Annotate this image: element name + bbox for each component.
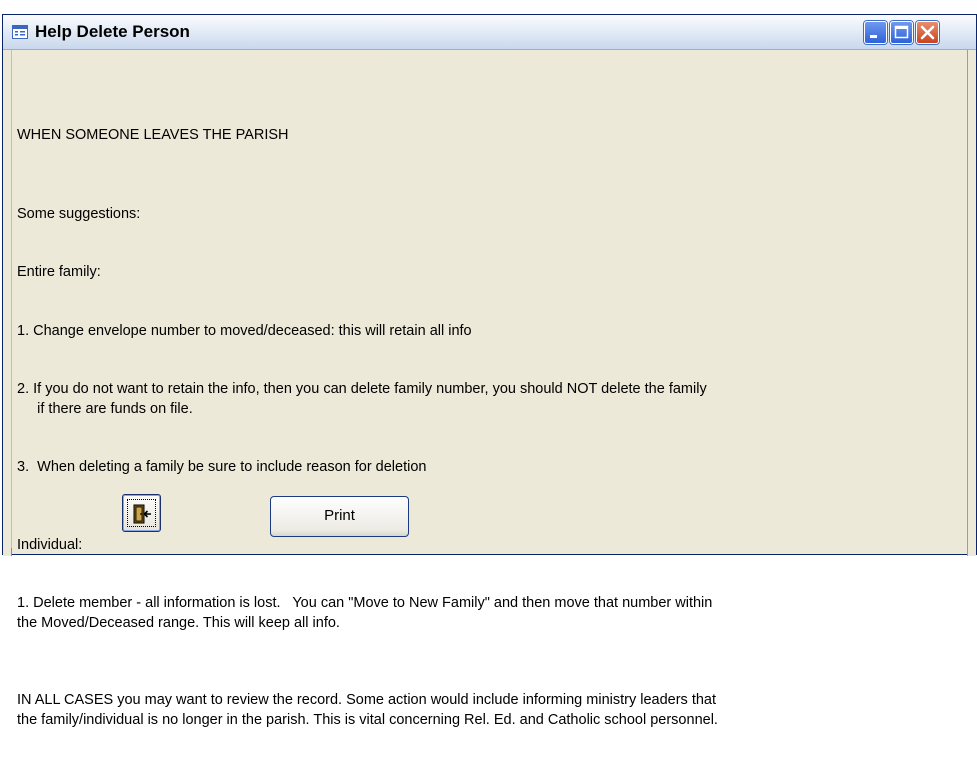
help-text: WHEN SOMEONE LEAVES THE PARISH Some sugg…	[17, 63, 977, 769]
close-button[interactable]	[916, 21, 939, 44]
help-delete-person-window: Help Delete Person WHEN SOMEONE LEAVES T…	[2, 14, 977, 728]
family-label: Entire family:	[17, 264, 101, 280]
individual-label: Individual:	[17, 536, 83, 553]
exit-button[interactable]	[122, 494, 161, 532]
maximize-button[interactable]	[890, 21, 913, 44]
exit-door-icon	[133, 504, 151, 524]
all-cases-note: IN ALL CASES you may want to review the …	[17, 692, 718, 728]
print-button[interactable]: Print	[270, 496, 409, 537]
family-item-3: 3. When deleting a family be sure to inc…	[17, 459, 427, 475]
maximize-icon	[894, 25, 909, 39]
minimize-button[interactable]	[864, 21, 887, 44]
form-icon	[12, 25, 28, 39]
minimize-icon	[870, 35, 877, 38]
heading: WHEN SOMEONE LEAVES THE PARISH	[17, 127, 289, 143]
title-bar[interactable]: Help Delete Person	[3, 15, 976, 50]
individual-item-1: 1. Delete member - all information is lo…	[17, 595, 713, 631]
close-icon	[920, 25, 935, 40]
family-item-1: 1. Change envelope number to moved/decea…	[17, 322, 472, 339]
window-title: Help Delete Person	[35, 22, 190, 41]
suggestions-label: Some suggestions:	[17, 205, 141, 222]
family-item-2: 2. If you do not want to retain the info…	[17, 381, 707, 417]
